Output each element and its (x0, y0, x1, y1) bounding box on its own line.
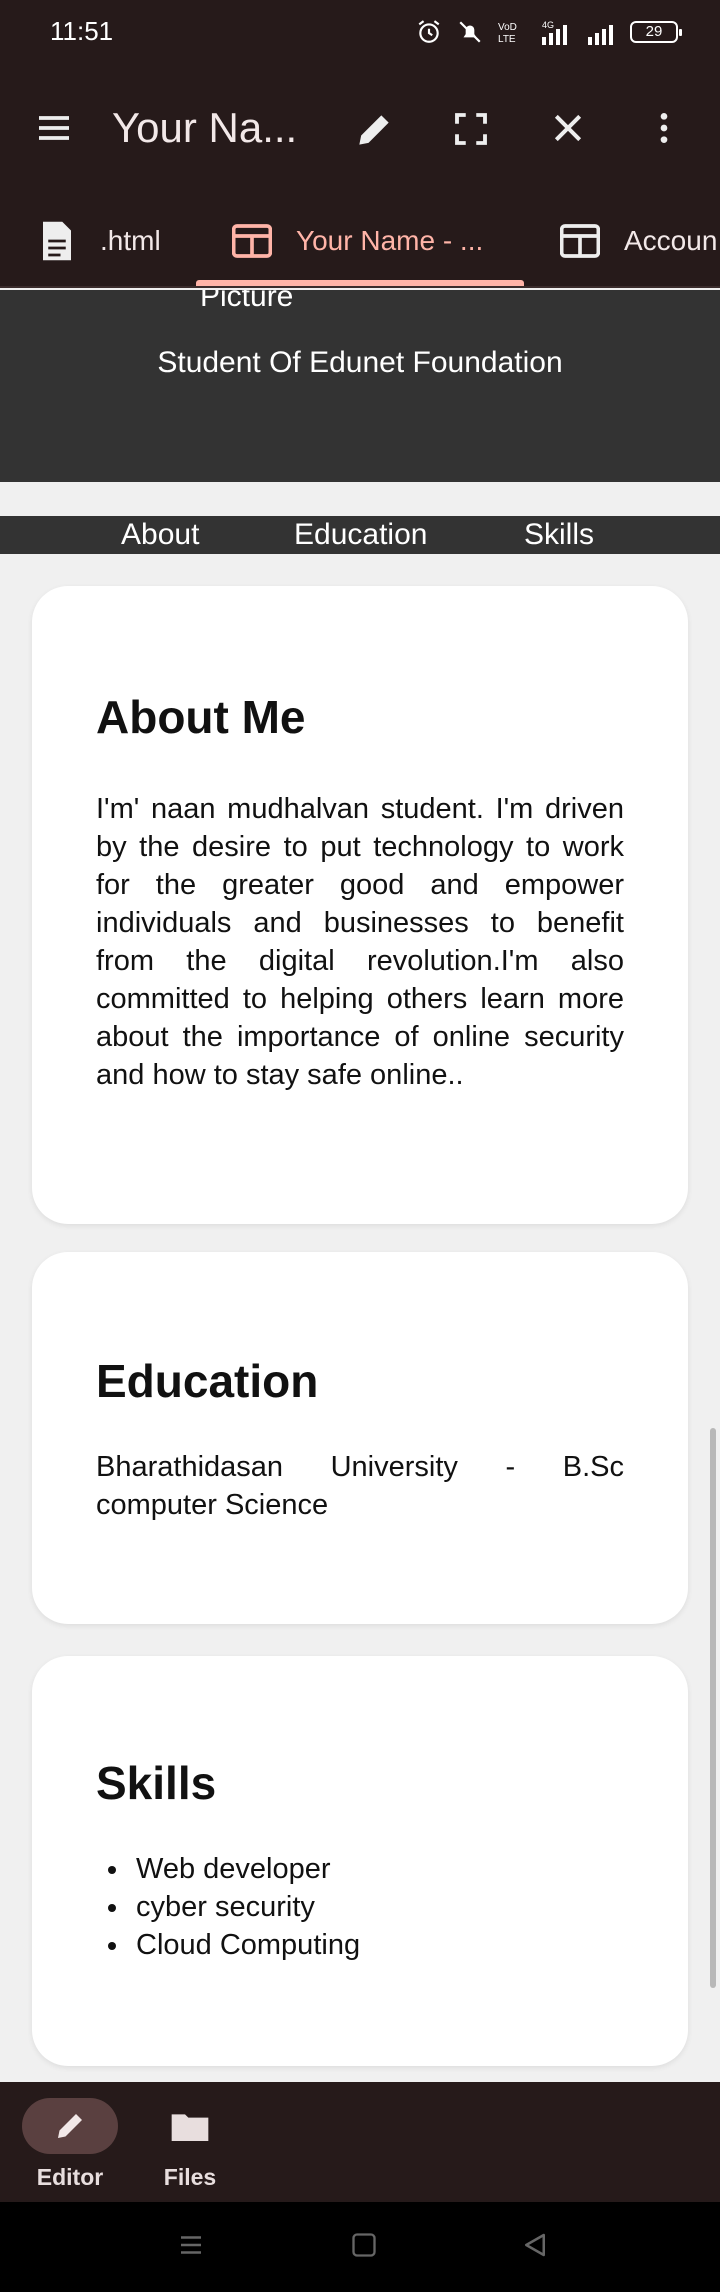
tab-account[interactable]: Accoun (560, 194, 718, 286)
status-bar: 11:51 VoD LTE 4G 29 (0, 0, 720, 64)
network-type-label: 4G (542, 20, 554, 30)
menu-icon[interactable] (34, 108, 74, 148)
nav-link-education[interactable]: Education (294, 516, 427, 554)
web-preview[interactable]: Picture Student Of Edunet Foundation Abo… (0, 290, 720, 2082)
tab-html-file[interactable]: .html (38, 194, 161, 286)
fullscreen-icon[interactable] (450, 108, 492, 150)
nav-link-skills[interactable]: Skills (524, 516, 594, 554)
signal-icon (588, 25, 613, 45)
battery-icon: 29 (630, 21, 682, 43)
mute-icon (459, 21, 481, 43)
nav-link-about[interactable]: About (121, 516, 199, 554)
web-preview-icon (560, 224, 600, 258)
skills-list: Web developer cyber security Cloud Compu… (96, 1850, 624, 1964)
back-icon[interactable] (520, 2230, 550, 2260)
education-title: Education (96, 1355, 319, 1407)
page-nav: About Education Skills (0, 516, 720, 554)
skills-title: Skills (96, 1757, 217, 1809)
about-text: I'm' naan mudhalvan student. I'm driven … (96, 793, 624, 1091)
pencil-icon (58, 2114, 82, 2138)
about-title: About Me (96, 691, 306, 743)
tab-preview-active[interactable]: Your Name - ... (232, 194, 484, 286)
status-time: 11:51 (50, 16, 114, 46)
tab-bar: .html Your Name - ... Accoun (0, 194, 720, 288)
list-item: Cloud Computing (96, 1926, 624, 1964)
document-icon (43, 221, 71, 261)
home-icon[interactable] (350, 2230, 378, 2260)
nav-files-button[interactable]: Files (142, 2098, 238, 2191)
editor-pill (22, 2098, 118, 2154)
volte-icon: VoDLTE (498, 22, 517, 44)
education-text: Bharathidasan University - B.Sc computer… (96, 1451, 624, 1521)
education-section: Education Bharathidasan University - B.S… (32, 1252, 688, 1624)
more-options-icon[interactable] (644, 108, 684, 148)
files-pill (142, 2098, 238, 2154)
nav-editor-button[interactable]: Editor (22, 2098, 118, 2191)
signal-4g-icon: 4G (542, 20, 567, 45)
close-icon[interactable] (548, 108, 588, 148)
profile-picture-label: Picture (200, 290, 294, 313)
tab-label: Accoun (624, 225, 718, 256)
nav-editor-label: Editor (36, 2164, 104, 2190)
recents-icon[interactable] (176, 2230, 206, 2260)
document-title: Your Na... (112, 104, 298, 151)
edit-pencil-icon[interactable] (352, 108, 396, 152)
bottom-navigation: Editor Files (0, 2082, 720, 2202)
list-item: Web developer (96, 1850, 624, 1888)
tab-label: Your Name - ... (296, 225, 484, 256)
system-navigation-bar (0, 2202, 720, 2292)
folder-icon (171, 2114, 209, 2141)
skills-section: Skills Web developer cyber security Clou… (32, 1656, 688, 2066)
active-tab-indicator (196, 280, 524, 286)
header-subtitle: Student Of Edunet Foundation (157, 346, 563, 379)
list-item: cyber security (96, 1888, 624, 1926)
status-icons: VoD LTE 4G 29 (416, 14, 682, 50)
tab-label: .html (100, 225, 161, 256)
alarm-icon (418, 20, 440, 43)
svg-text:LTE: LTE (498, 34, 516, 44)
scrollbar[interactable] (710, 1428, 716, 1988)
web-preview-icon (232, 224, 272, 258)
nav-files-label: Files (163, 2164, 217, 2190)
svg-text:VoD: VoD (498, 22, 517, 33)
app-toolbar: Your Na... (0, 64, 720, 194)
about-section: About Me I'm' naan mudhalvan student. I'… (32, 586, 688, 1224)
page-header: Picture Student Of Edunet Foundation (0, 290, 720, 482)
